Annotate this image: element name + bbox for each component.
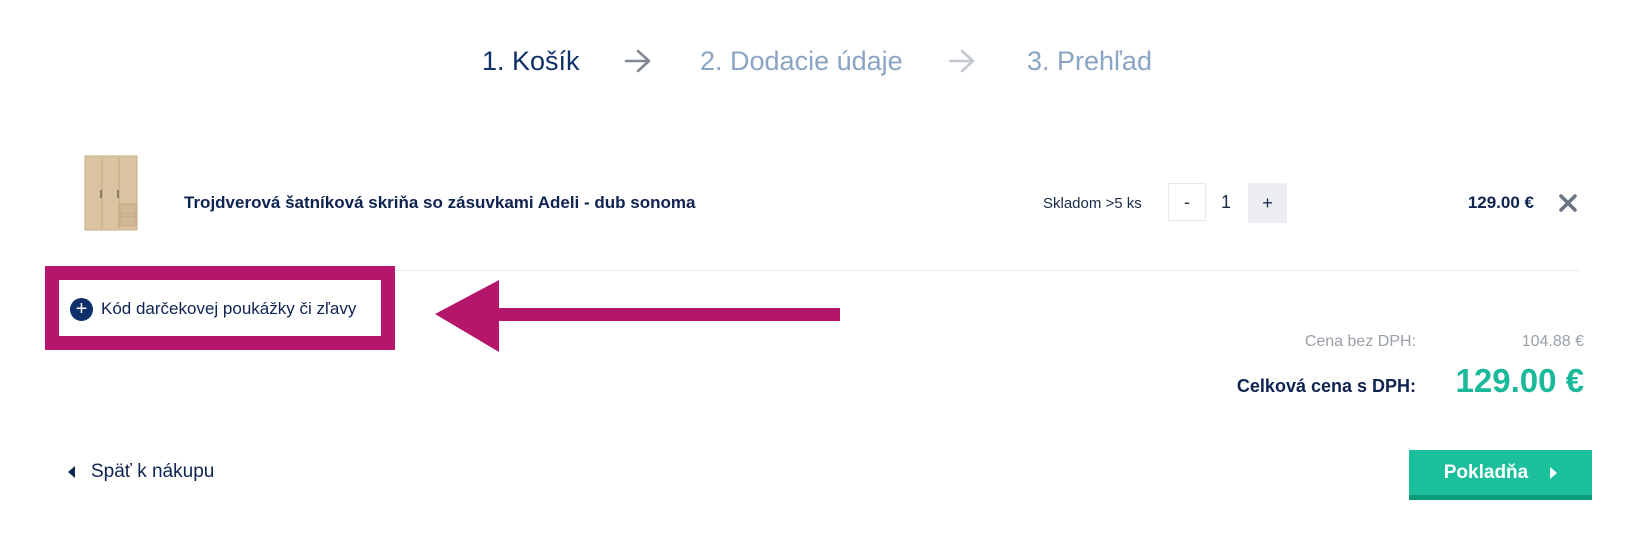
arrow-right-icon xyxy=(624,49,651,73)
step-cart[interactable]: 1. Košík xyxy=(482,44,580,78)
price-without-vat-value: 104.88 € xyxy=(1521,333,1584,350)
step-delivery[interactable]: 2. Dodacie údaje xyxy=(700,44,903,78)
stock-status: Skladom >5 ks xyxy=(1043,195,1142,212)
price-without-vat-label: Cena bez DPH: xyxy=(1304,333,1416,350)
back-to-shopping-link[interactable]: Späť k nákupu xyxy=(68,460,214,484)
annotation-arrow-icon xyxy=(435,280,840,352)
step-overview[interactable]: 3. Prehľad xyxy=(1027,44,1152,78)
total-price-value: 129.00 € xyxy=(1455,362,1584,399)
total-price-label: Celková cena s DPH: xyxy=(1236,376,1416,396)
coupon-label: Kód darčekovej poukážky či zľavy xyxy=(101,299,357,318)
arrow-right-icon xyxy=(948,49,975,73)
checkout-button[interactable]: Pokladňa xyxy=(1409,450,1592,500)
caret-left-icon xyxy=(68,466,75,478)
quantity-value[interactable]: 1 xyxy=(1206,183,1246,221)
item-price: 129.00 € xyxy=(1467,193,1534,212)
caret-right-icon xyxy=(1550,466,1558,479)
back-to-shopping-label: Späť k nákupu xyxy=(91,461,215,482)
product-name[interactable]: Trojdverová šatníková skriňa so zásuvkam… xyxy=(184,193,695,213)
quantity-decrease-button[interactable]: - xyxy=(1168,183,1206,221)
close-icon[interactable] xyxy=(1557,192,1579,214)
checkout-label: Pokladňa xyxy=(1443,461,1529,483)
coupon-toggle[interactable]: + Kód darčekovej poukážky či zľavy xyxy=(70,296,356,322)
quantity-increase-button[interactable]: + xyxy=(1248,183,1287,223)
wardrobe-thumbnail-icon[interactable] xyxy=(80,154,142,232)
plus-circle-icon: + xyxy=(70,297,93,321)
